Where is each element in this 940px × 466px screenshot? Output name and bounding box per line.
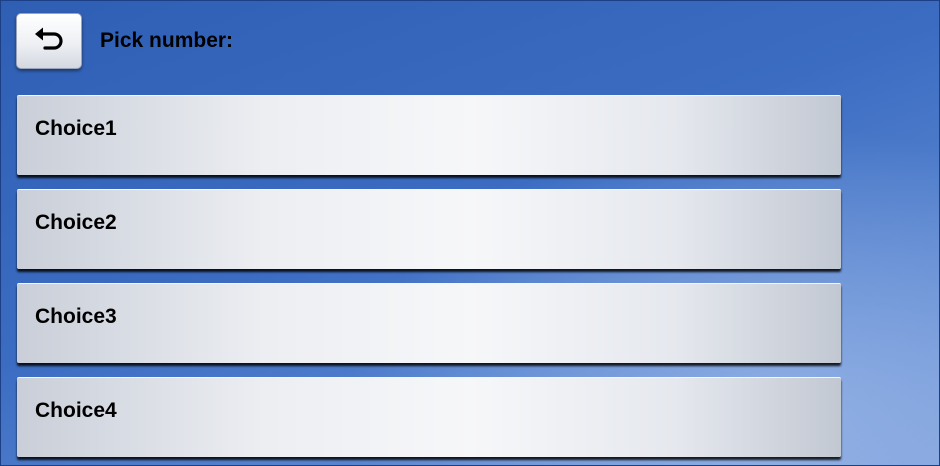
choice-item-3[interactable]: Choice3 bbox=[17, 283, 841, 363]
page-title: Pick number: bbox=[100, 29, 234, 52]
choice-item-4[interactable]: Choice4 bbox=[17, 377, 841, 457]
choice-label: Choice1 bbox=[35, 117, 117, 140]
choice-item-1[interactable]: Choice1 bbox=[17, 95, 841, 175]
choice-label: Choice4 bbox=[35, 399, 117, 422]
choice-item-2[interactable]: Choice2 bbox=[17, 189, 841, 269]
back-arrow-icon bbox=[32, 25, 66, 58]
selection-screen: Pick number: Choice1 Choice2 Choice3 Cho… bbox=[0, 0, 940, 466]
choice-label: Choice2 bbox=[35, 211, 117, 234]
choice-list: Choice1 Choice2 Choice3 Choice4 bbox=[17, 95, 841, 465]
choice-label: Choice3 bbox=[35, 305, 117, 328]
back-button[interactable] bbox=[16, 13, 82, 69]
